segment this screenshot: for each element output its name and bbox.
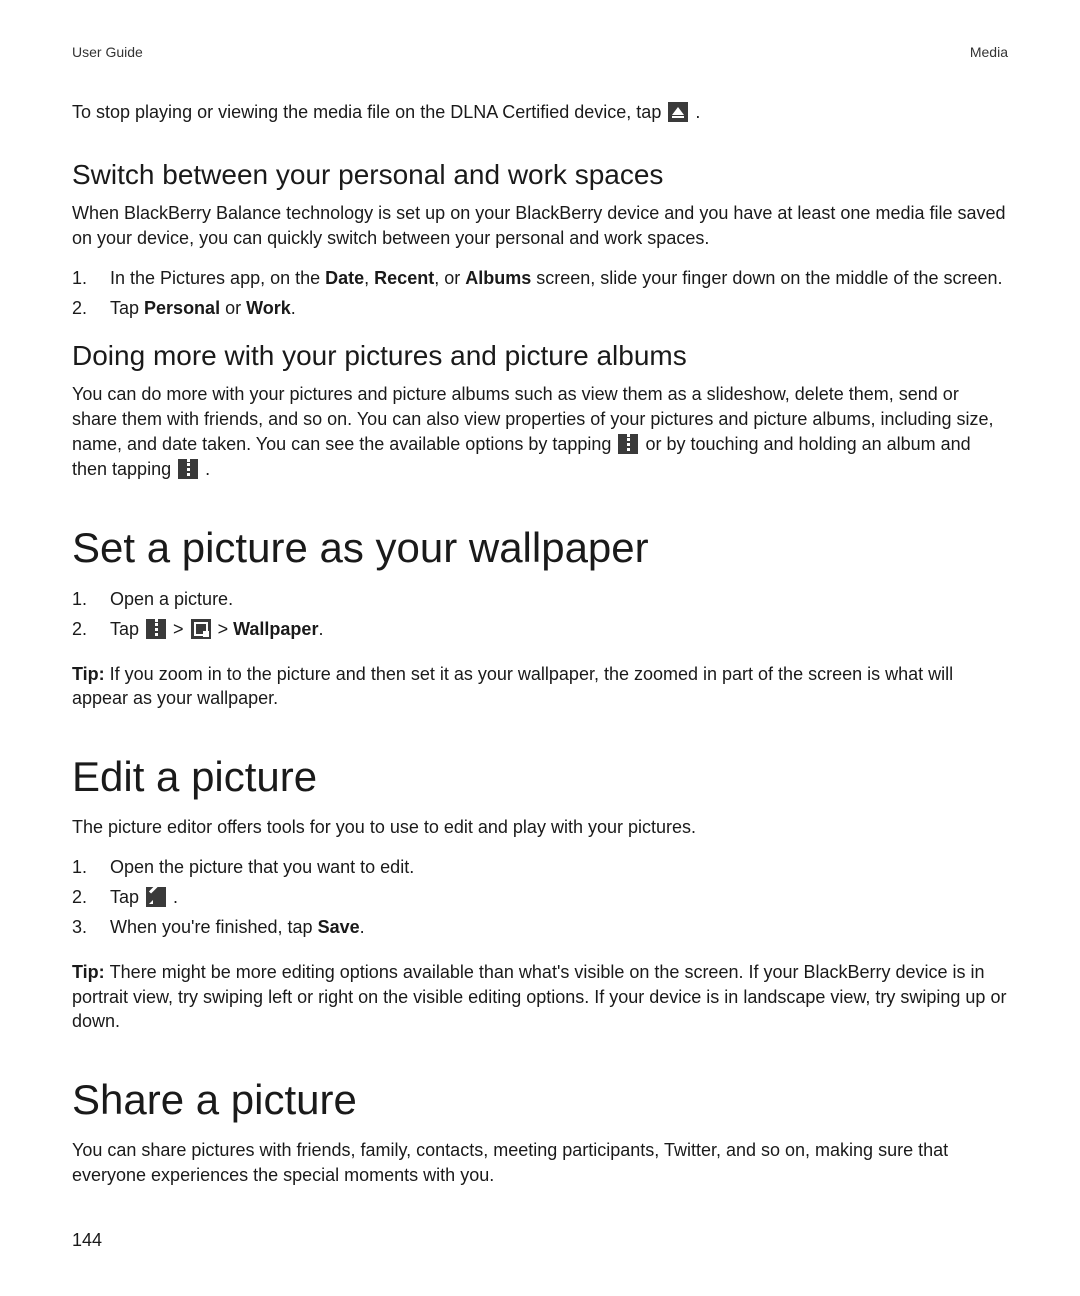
stop-icon — [668, 102, 688, 122]
edit-heading: Edit a picture — [72, 753, 1008, 801]
step-number: 1. — [72, 586, 110, 614]
step-text: Open a picture. — [110, 586, 1008, 614]
header-left: User Guide — [72, 44, 143, 60]
doing-heading: Doing more with your pictures and pictur… — [72, 340, 1008, 372]
tip-text: If you zoom in to the picture and then s… — [72, 664, 953, 709]
list-item: 3. When you're finished, tap Save. — [72, 914, 1008, 942]
step-text: Open the picture that you want to edit. — [110, 854, 1008, 882]
share-paragraph: You can share pictures with friends, fam… — [72, 1138, 1008, 1188]
step-number: 3. — [72, 914, 110, 942]
list-item: 2. Tap . — [72, 884, 1008, 912]
step-number: 1. — [72, 854, 110, 882]
intro-paragraph: To stop playing or viewing the media fil… — [72, 102, 1008, 123]
list-item: 1. Open the picture that you want to edi… — [72, 854, 1008, 882]
doing-paragraph: You can do more with your pictures and p… — [72, 382, 1008, 481]
step-number: 2. — [72, 295, 110, 323]
wallpaper-heading: Set a picture as your wallpaper — [72, 524, 1008, 572]
edit-steps: 1. Open the picture that you want to edi… — [72, 854, 1008, 942]
tip-label: Tip: — [72, 664, 110, 684]
page: User Guide Media To stop playing or view… — [0, 0, 1080, 1291]
intro-text-post: . — [695, 102, 700, 122]
page-number: 144 — [72, 1230, 1008, 1251]
set-as-icon — [191, 619, 211, 639]
step-text: Tap > > Wallpaper. — [110, 616, 1008, 644]
step-text: When you're finished, tap Save. — [110, 914, 1008, 942]
step-text: Tap . — [110, 884, 1008, 912]
edit-tip: Tip: There might be more editing options… — [72, 960, 1008, 1034]
wallpaper-steps: 1. Open a picture. 2. Tap > > Wallpaper. — [72, 586, 1008, 644]
list-item: 1. Open a picture. — [72, 586, 1008, 614]
page-header: User Guide Media — [72, 44, 1008, 60]
edit-paragraph: The picture editor offers tools for you … — [72, 815, 1008, 840]
more-icon — [178, 459, 198, 479]
wallpaper-tip: Tip: If you zoom in to the picture and t… — [72, 662, 1008, 712]
edit-icon — [146, 887, 166, 907]
step-text: In the Pictures app, on the Date, Recent… — [110, 265, 1008, 293]
list-item: 2. Tap Personal or Work. — [72, 295, 1008, 323]
more-icon — [618, 434, 638, 454]
list-item: 2. Tap > > Wallpaper. — [72, 616, 1008, 644]
tip-text: There might be more editing options avai… — [72, 962, 1006, 1032]
step-text: Tap Personal or Work. — [110, 295, 1008, 323]
share-heading: Share a picture — [72, 1076, 1008, 1124]
intro-text-pre: To stop playing or viewing the media fil… — [72, 102, 666, 122]
switch-paragraph: When BlackBerry Balance technology is se… — [72, 201, 1008, 251]
step-number: 1. — [72, 265, 110, 293]
header-right: Media — [970, 44, 1008, 60]
switch-heading: Switch between your personal and work sp… — [72, 159, 1008, 191]
more-icon — [146, 619, 166, 639]
tip-label: Tip: — [72, 962, 110, 982]
switch-steps: 1. In the Pictures app, on the Date, Rec… — [72, 265, 1008, 323]
step-number: 2. — [72, 616, 110, 644]
list-item: 1. In the Pictures app, on the Date, Rec… — [72, 265, 1008, 293]
step-number: 2. — [72, 884, 110, 912]
